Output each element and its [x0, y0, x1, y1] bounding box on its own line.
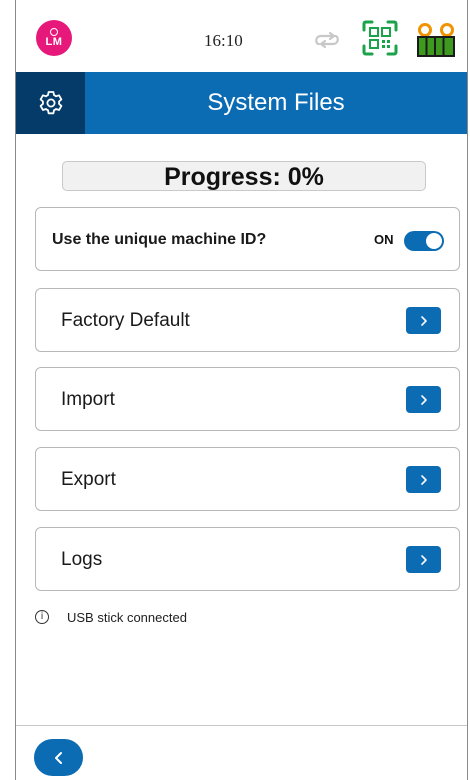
- clock: 16:10: [204, 31, 243, 50]
- export-button[interactable]: [406, 466, 441, 493]
- user-icon: [50, 28, 58, 36]
- toggle-knob: [426, 233, 442, 249]
- screen-right-edge: [467, 0, 468, 780]
- chevron-right-icon: [420, 315, 427, 326]
- logs-button[interactable]: [406, 546, 441, 573]
- usb-status-text: USB stick connected: [67, 609, 187, 625]
- menu-item-label: Import: [61, 389, 115, 410]
- back-button[interactable]: [34, 739, 83, 776]
- menu-item-logs[interactable]: Logs: [35, 527, 460, 591]
- info-icon: i: [35, 610, 49, 624]
- import-button[interactable]: [406, 386, 441, 413]
- menu-item-label: Logs: [61, 549, 103, 570]
- menu-item-export[interactable]: Export: [35, 447, 460, 511]
- menu-item-label: Export: [61, 469, 116, 490]
- menu-item-factory-default[interactable]: Factory Default: [35, 288, 460, 352]
- header-bar: System Files: [16, 72, 467, 134]
- chevron-right-icon: [420, 554, 427, 565]
- chevron-right-icon: [420, 474, 427, 485]
- menu-item-label: Factory Default: [61, 310, 190, 331]
- usb-status: i USB stick connected: [35, 608, 187, 626]
- progress-label: Progress: 0%: [164, 163, 324, 191]
- qr-code-icon[interactable]: [362, 20, 398, 56]
- settings-button[interactable]: [16, 72, 85, 134]
- user-avatar[interactable]: LM: [36, 20, 72, 56]
- battery-icon: [417, 23, 455, 57]
- gear-icon: [39, 91, 62, 115]
- progress-bar: Progress: 0%: [62, 161, 426, 191]
- avatar-initials: LM: [45, 36, 63, 48]
- machine-id-toggle[interactable]: [404, 231, 444, 251]
- menu-item-import[interactable]: Import: [35, 367, 460, 431]
- page-title: System Files: [207, 89, 345, 116]
- chevron-left-icon: [54, 751, 62, 764]
- machine-id-option: Use the unique machine ID? ON: [35, 207, 460, 271]
- sync-icon: [315, 31, 339, 49]
- footer-divider: [16, 725, 467, 726]
- chevron-right-icon: [420, 394, 427, 405]
- machine-id-label: Use the unique machine ID?: [52, 231, 267, 248]
- factory-default-button[interactable]: [406, 307, 441, 334]
- status-bar: LM 16:10: [16, 0, 467, 72]
- toggle-state-text: ON: [374, 232, 394, 247]
